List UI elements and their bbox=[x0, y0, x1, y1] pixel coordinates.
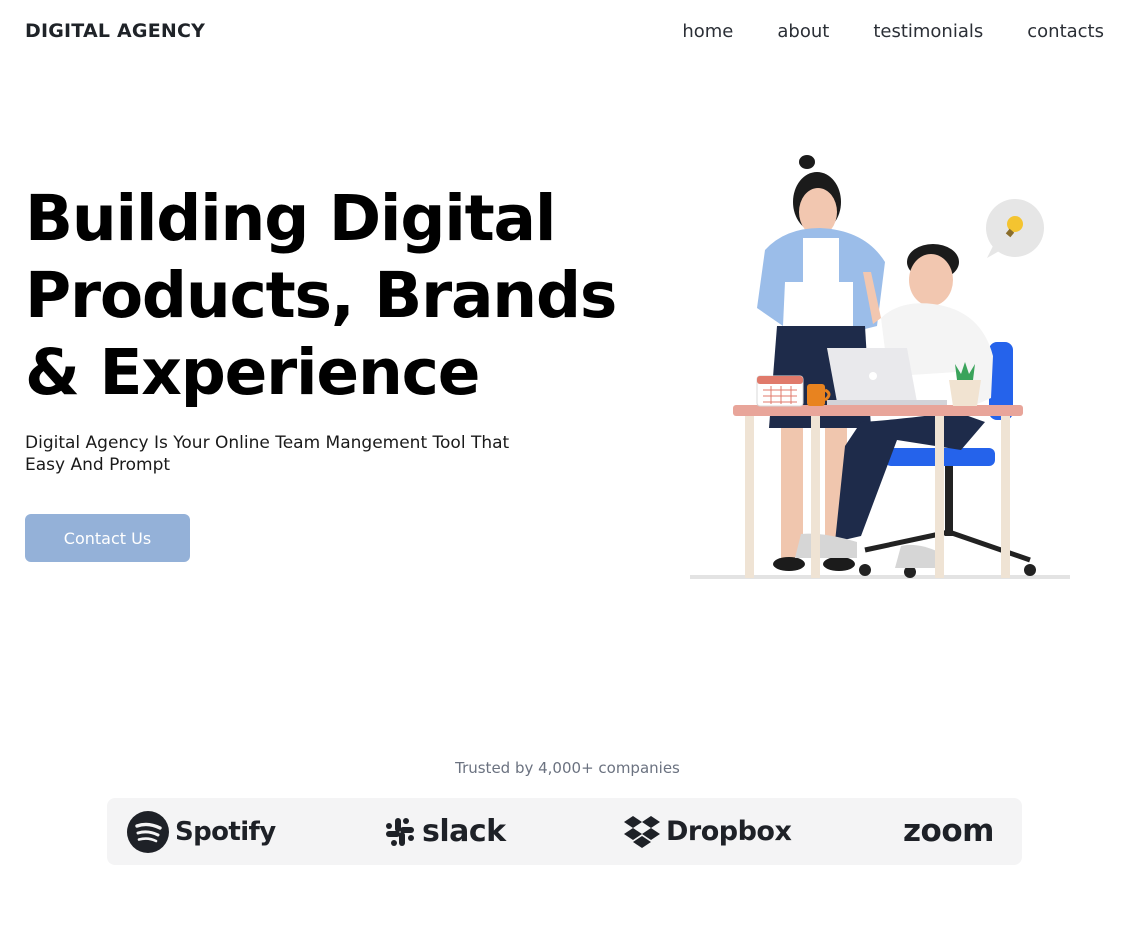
spotify-logo: Spotify bbox=[127, 798, 276, 865]
main-nav: home about testimonials contacts bbox=[682, 21, 1104, 42]
site-header: DIGITAL AGENCY home about testimonials c… bbox=[0, 0, 1135, 66]
desk-calendar bbox=[756, 375, 804, 407]
slack-wordmark: slack bbox=[422, 813, 506, 849]
contact-us-button[interactable]: Contact Us bbox=[25, 514, 190, 562]
nav-contacts-link[interactable]: contacts bbox=[1027, 21, 1104, 42]
hero-subtitle: Digital Agency Is Your Online Team Mange… bbox=[25, 433, 510, 475]
spotify-wordmark: Spotify bbox=[175, 816, 276, 847]
hero-title-line: & Experience bbox=[25, 336, 480, 409]
zoom-logo: zoom bbox=[903, 798, 994, 865]
hero-title-line: Products, Brands bbox=[25, 259, 617, 332]
client-logos-strip: Spotify slack Dropbox zoom bbox=[107, 798, 1022, 865]
team-working-at-desk-illustration bbox=[685, 150, 1075, 585]
dropbox-wordmark: Dropbox bbox=[666, 816, 792, 847]
zoom-wordmark: zoom bbox=[903, 813, 994, 849]
trusted-by-text: Trusted by 4,000+ companies bbox=[455, 759, 680, 777]
hero-title-line: Building Digital bbox=[25, 182, 556, 255]
nav-about-link[interactable]: about bbox=[777, 21, 829, 42]
dropbox-icon bbox=[624, 815, 660, 848]
dropbox-logo: Dropbox bbox=[623, 798, 792, 865]
hero-title: Building Digital Products, Brands & Expe… bbox=[25, 180, 625, 411]
nav-testimonials-link[interactable]: testimonials bbox=[873, 21, 983, 42]
slack-logo: slack bbox=[384, 798, 506, 865]
nav-home-link[interactable]: home bbox=[682, 21, 733, 42]
spotify-icon bbox=[127, 810, 169, 853]
slack-icon bbox=[386, 817, 414, 846]
lightbulb-icon bbox=[986, 199, 1044, 258]
brand-logo[interactable]: DIGITAL AGENCY bbox=[25, 20, 205, 42]
illustration-svg bbox=[690, 155, 1070, 579]
